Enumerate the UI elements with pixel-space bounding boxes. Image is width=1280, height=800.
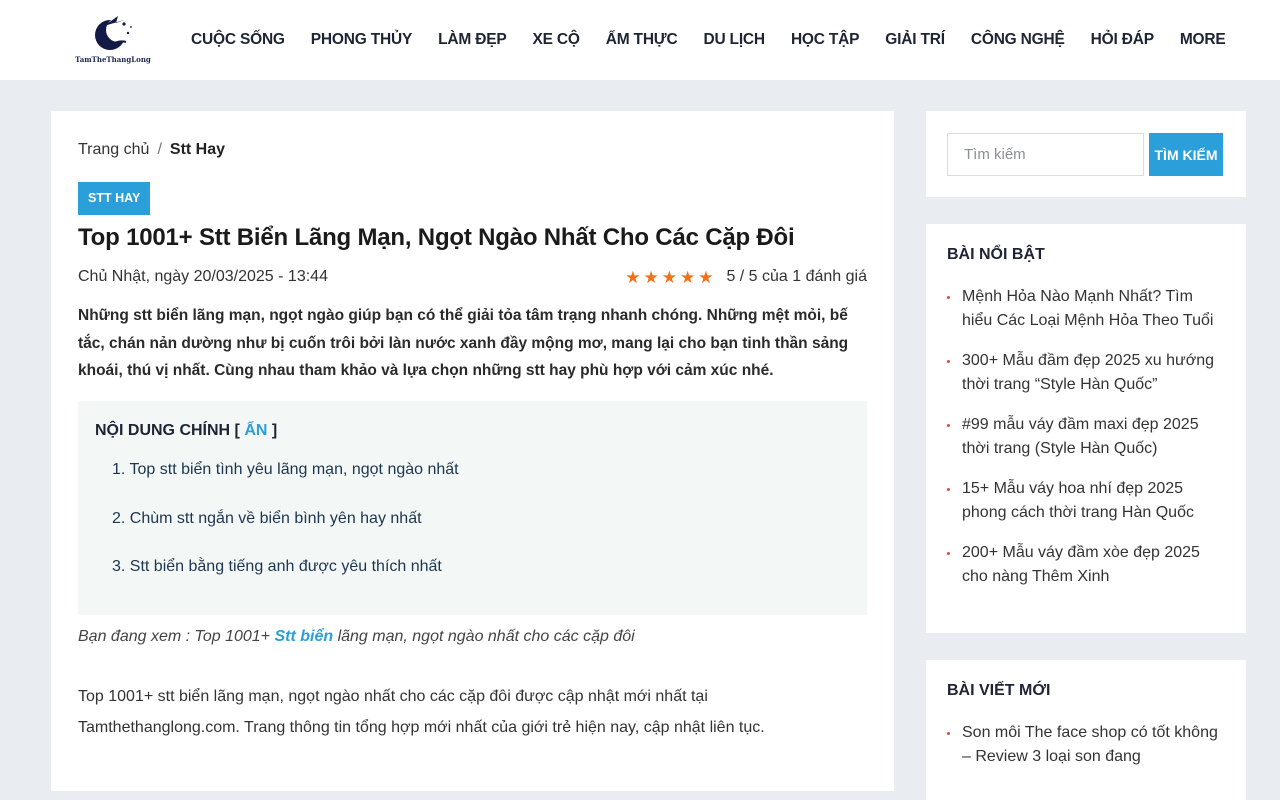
toc-item[interactable]: 1. Top stt biển tình yêu lãng mạn, ngọt … [112, 461, 459, 510]
nav-item-cuoc-song[interactable]: CUỘC SỐNG [178, 31, 298, 49]
nav-item-lam-dep[interactable]: LÀM ĐẸP [425, 31, 519, 49]
featured-item[interactable]: Mệnh Hỏa Nào Mạnh Nhất? Tìm hiểu Các Loạ… [947, 285, 1227, 333]
featured-posts: BÀI NỔI BẬT Mệnh Hỏa Nào Mạnh Nhất? Tìm … [926, 224, 1246, 633]
viewing-link[interactable]: Stt biển [274, 628, 333, 645]
article-intro: Những stt biển lãng mạn, ngọt ngào giúp … [78, 307, 849, 379]
viewing-prefix: Bạn đang xem : Top 1001+ [78, 628, 275, 645]
main-nav: CUỘC SỐNG PHONG THỦY LÀM ĐẸP XE CỘ ẨM TH… [178, 0, 1239, 80]
table-of-contents: NỘI DUNG CHÍNH [ ẨN ] 1. Top stt biển tì… [78, 401, 867, 615]
recent-list: Son môi The face shop có tốt không – Rev… [947, 721, 1227, 785]
nav-item-hoi-dap[interactable]: HỎI ĐÁP [1078, 31, 1167, 49]
recent-posts: BÀI VIẾT MỚI Son môi The face shop có tố… [926, 660, 1246, 800]
star-icon[interactable]: ★ [643, 269, 658, 286]
nav-item-xe-co[interactable]: XE CỘ [520, 31, 593, 49]
moon-logo-icon [95, 16, 132, 50]
viewing-line: Bạn đang xem : Top 1001+ Stt biển lãng m… [78, 628, 635, 646]
article-title: Top 1001+ Stt Biển Lãng Mạn, Ngọt Ngào N… [78, 224, 795, 251]
featured-item[interactable]: 300+ Mẫu đầm đẹp 2025 xu hướng thời tran… [947, 349, 1227, 397]
rating-stars[interactable]: ★ ★ ★ ★ ★ [625, 269, 716, 286]
nav-item-hoc-tap[interactable]: HỌC TẬP [778, 31, 872, 49]
star-icon[interactable]: ★ [662, 269, 677, 286]
featured-item[interactable]: 15+ Mẫu váy hoa nhí đẹp 2025 phong cách … [947, 477, 1227, 525]
toc-heading: NỘI DUNG CHÍNH [ ẨN ] [95, 422, 277, 440]
toc-heading-prefix: NỘI DUNG CHÍNH [ [95, 422, 245, 439]
breadcrumb-separator: / [157, 141, 162, 158]
featured-heading: BÀI NỔI BẬT [947, 246, 1045, 263]
search-input[interactable] [947, 133, 1144, 176]
viewing-suffix: lãng mạn, ngọt ngào nhất cho các cặp đôi [333, 628, 635, 645]
recent-heading: BÀI VIẾT MỚI [947, 682, 1051, 699]
nav-item-more[interactable]: MORE [1167, 31, 1239, 49]
article-date: Chủ Nhật, ngày 20/03/2025 - 13:44 [78, 268, 328, 285]
nav-item-am-thuc[interactable]: ẨM THỰC [593, 31, 691, 49]
breadcrumb-home[interactable]: Trang chủ [78, 141, 149, 158]
article-rating: ★ ★ ★ ★ ★ 5 / 5 của 1 đánh giá [625, 268, 867, 286]
recent-item[interactable]: Son môi The face shop có tốt không – Rev… [947, 721, 1227, 769]
toc-heading-suffix: ] [267, 422, 278, 439]
nav-item-giai-tri[interactable]: GIẢI TRÍ [872, 31, 958, 49]
featured-item[interactable]: 200+ Mẫu váy đầm xòe đẹp 2025 cho nàng T… [947, 541, 1227, 589]
toc-item[interactable]: 2. Chùm stt ngắn về biển bình yên hay nh… [112, 510, 459, 559]
star-icon[interactable]: ★ [625, 269, 640, 286]
featured-list: Mệnh Hỏa Nào Mạnh Nhất? Tìm hiểu Các Loạ… [947, 285, 1227, 605]
featured-item[interactable]: #99 mẫu váy đầm maxi đẹp 2025 thời trang… [947, 413, 1227, 461]
toc-toggle[interactable]: ẨN [244, 422, 267, 439]
nav-item-phong-thuy[interactable]: PHONG THỦY [298, 31, 425, 49]
nav-item-du-lich[interactable]: DU LỊCH [690, 31, 777, 49]
site-header: TamTheThangLong CUỘC SỐNG PHONG THỦY LÀM… [0, 0, 1280, 80]
logo-text: TamTheThangLong [75, 55, 151, 64]
article-container: Trang chủ / Stt Hay STT HAY Top 1001+ Stt … [51, 111, 894, 791]
category-badge[interactable]: STT HAY [78, 182, 151, 215]
toc-item[interactable]: 3. Stt biển bằng tiếng anh được yêu thíc… [112, 558, 459, 607]
breadcrumb: Trang chủ / Stt Hay [78, 141, 225, 159]
toc-list: 1. Top stt biển tình yêu lãng mạn, ngọt … [112, 461, 459, 607]
sidebar-search: TÌM KIẾM [926, 111, 1246, 197]
search-button[interactable]: TÌM KIẾM [1149, 133, 1223, 176]
breadcrumb-current[interactable]: Stt Hay [170, 141, 225, 158]
nav-item-cong-nghe[interactable]: CÔNG NGHỆ [958, 31, 1078, 49]
article-body: Top 1001+ stt biển lãng mạn, ngọt ngào n… [78, 688, 765, 736]
star-icon[interactable]: ★ [680, 269, 695, 286]
rating-text: 5 / 5 của 1 đánh giá [726, 268, 867, 285]
star-icon[interactable]: ★ [698, 269, 713, 286]
site-logo[interactable]: TamTheThangLong [74, 14, 152, 66]
